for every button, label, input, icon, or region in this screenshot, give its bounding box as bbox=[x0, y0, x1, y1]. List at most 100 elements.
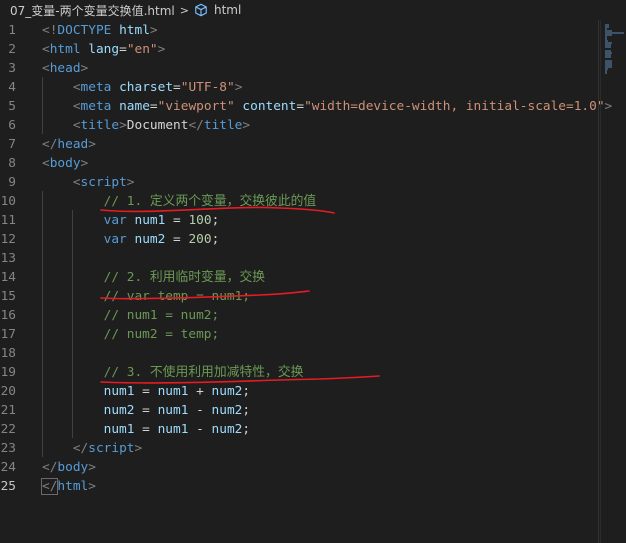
code-token: > bbox=[88, 137, 96, 152]
code-text: // 1. 定义两个变量，交换彼此的值 bbox=[42, 192, 317, 211]
line-number: 8 bbox=[8, 156, 16, 171]
code-token: < bbox=[72, 99, 81, 114]
code-line[interactable]: 5 <meta name="viewport" content="width=d… bbox=[0, 97, 612, 116]
code-token: - bbox=[188, 403, 212, 418]
code-token: </ bbox=[188, 118, 204, 133]
code-line[interactable]: 21 num2 = num1 - num2; bbox=[0, 401, 600, 420]
code-token: = bbox=[149, 99, 158, 114]
code-text: <body> bbox=[42, 154, 88, 173]
code-editor[interactable]: 1 <!DOCTYPE html> 2 <html lang="en"> 3 <head>… bbox=[0, 20, 612, 543]
code-line[interactable]: 1 <!DOCTYPE html> bbox=[0, 21, 600, 40]
code-token: // num1 = num2; bbox=[103, 308, 220, 323]
code-text: </head> bbox=[42, 135, 96, 154]
breadcrumb-file[interactable]: 07_变量-两个变量交换值.html bbox=[0, 2, 175, 19]
code-line[interactable]: 6 <title>Document</title> bbox=[0, 116, 600, 135]
code-line[interactable]: 16 // num1 = num2; bbox=[0, 306, 600, 325]
code-line[interactable]: 3 <head> bbox=[0, 59, 600, 78]
code-text: num1 = num1 - num2; bbox=[42, 420, 250, 439]
code-token: num2 bbox=[211, 384, 243, 399]
breadcrumb-item-html[interactable]: html bbox=[214, 3, 241, 17]
code-line[interactable]: 19 // 3. 不使用利用加减特性，交换 bbox=[0, 363, 600, 382]
minimap-line bbox=[605, 56, 611, 58]
code-token: = bbox=[134, 403, 158, 418]
code-token: html bbox=[49, 42, 81, 57]
code-token: // 2. 利用临时变量，交换 bbox=[103, 270, 266, 285]
code-token: num1 bbox=[134, 213, 166, 228]
line-number: 16 bbox=[0, 308, 16, 323]
minimap-line bbox=[605, 72, 607, 74]
code-token: > bbox=[157, 42, 166, 57]
code-line[interactable]: 25 </html> bbox=[0, 477, 600, 496]
code-token: name bbox=[119, 99, 150, 114]
code-text: // 3. 不使用利用加减特性，交换 bbox=[42, 363, 304, 382]
line-number: 10 bbox=[0, 194, 16, 209]
code-line[interactable]: 24 </body> bbox=[0, 458, 600, 477]
code-token: "en" bbox=[126, 42, 158, 57]
code-line[interactable]: 22 num1 = num1 - num2; bbox=[0, 420, 600, 439]
code-token: < bbox=[72, 175, 81, 190]
code-token: > bbox=[88, 479, 96, 494]
code-token: = bbox=[119, 42, 127, 57]
line-number: 23 bbox=[0, 441, 16, 456]
code-line[interactable]: 7 </head> bbox=[0, 135, 600, 154]
code-line[interactable]: 2 <html lang="en"> bbox=[0, 40, 600, 59]
code-text: num2 = num1 - num2; bbox=[42, 401, 250, 420]
code-text: <!DOCTYPE html> bbox=[42, 21, 158, 40]
code-line[interactable]: 15 // var temp = num1; bbox=[0, 287, 600, 306]
code-line[interactable]: 8 <body> bbox=[0, 154, 600, 173]
code-line[interactable]: 12 var num2 = 200; bbox=[0, 230, 600, 249]
code-token: DOCTYPE bbox=[57, 23, 112, 38]
code-line[interactable]: 17 // num2 = temp; bbox=[0, 325, 600, 344]
code-token: ; bbox=[211, 232, 220, 247]
minimap[interactable] bbox=[600, 20, 626, 543]
code-line[interactable]: 13 bbox=[0, 249, 600, 268]
code-token: num1 bbox=[157, 403, 189, 418]
line-number: 21 bbox=[0, 403, 16, 418]
code-line[interactable]: 20 num1 = num1 + num2; bbox=[0, 382, 600, 401]
code-token: html bbox=[119, 23, 150, 38]
code-token: // 3. 不使用利用加减特性，交换 bbox=[103, 365, 304, 380]
code-line[interactable]: 14 // 2. 利用临时变量，交换 bbox=[0, 268, 600, 287]
line-number: 3 bbox=[8, 61, 16, 76]
code-token: = bbox=[134, 384, 158, 399]
line-number: 24 bbox=[0, 460, 16, 475]
code-text: var num1 = 100; bbox=[42, 211, 220, 230]
code-token: ; bbox=[242, 403, 251, 418]
code-text: // num1 = num2; bbox=[42, 306, 220, 325]
code-token: meta bbox=[80, 80, 112, 95]
line-number: 11 bbox=[0, 213, 16, 228]
code-token: > bbox=[149, 23, 158, 38]
code-line[interactable]: 9 <script> bbox=[0, 173, 600, 192]
code-token: </ bbox=[72, 441, 89, 456]
code-text: // var temp = num1; bbox=[42, 287, 250, 306]
code-line[interactable]: 23 </script> bbox=[0, 439, 600, 458]
line-number: 6 bbox=[8, 118, 16, 133]
editor-edge bbox=[598, 20, 599, 543]
code-token: num2 bbox=[211, 403, 243, 418]
code-token: charset bbox=[119, 80, 174, 95]
code-token: var bbox=[103, 213, 127, 228]
code-token: < bbox=[42, 61, 50, 76]
code-token: "UTF-8" bbox=[180, 80, 235, 95]
code-token: 200 bbox=[188, 232, 212, 247]
code-text: </script> bbox=[42, 439, 142, 458]
code-token: </ bbox=[42, 137, 58, 152]
code-token: num1 bbox=[157, 384, 189, 399]
code-line[interactable]: 11 var num1 = 100; bbox=[0, 211, 600, 230]
code-token: = bbox=[173, 80, 181, 95]
code-token: num2 bbox=[134, 232, 166, 247]
code-line[interactable]: 4 <meta charset="UTF-8"> bbox=[0, 78, 600, 97]
code-text: <title>Document</title> bbox=[42, 116, 250, 135]
code-line[interactable]: 10 // 1. 定义两个变量，交换彼此的值 bbox=[0, 192, 600, 211]
code-line[interactable]: 18 bbox=[0, 344, 600, 363]
code-token: > bbox=[88, 460, 96, 475]
line-number: 7 bbox=[8, 137, 16, 152]
